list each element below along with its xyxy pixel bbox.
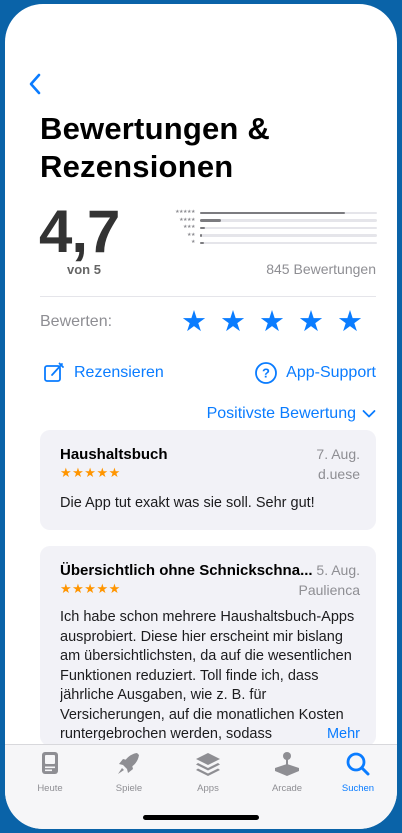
tab-games[interactable]: Spiele xyxy=(94,751,164,794)
histogram-bar-fill xyxy=(200,219,222,222)
histogram-stars: ★ xyxy=(191,239,195,246)
histogram-stars: ★★ xyxy=(187,231,195,238)
sort-label: Positivste Bewertung xyxy=(206,405,356,422)
histogram-row-5: ★★★★★ xyxy=(155,209,377,217)
rate-star-3[interactable]: ★ xyxy=(259,307,285,337)
tab-apps[interactable]: Apps xyxy=(173,751,243,794)
review-card[interactable]: Übersichtlich ohne Schnickschna... 5. Au… xyxy=(40,546,376,746)
tap-to-rate-stars: ★ ★ ★ ★ ★ xyxy=(181,307,363,337)
page-title: Bewertungen & Rezensionen xyxy=(40,111,270,184)
divider xyxy=(40,296,376,297)
histogram-bar xyxy=(200,219,377,222)
average-rating: 4,7 xyxy=(39,198,120,265)
rate-star-1[interactable]: ★ xyxy=(181,307,207,337)
sort-menu[interactable]: Positivste Bewertung xyxy=(207,405,376,423)
app-screen: Bewertungen & Rezensionen 4,7 von 5 ★★★★… xyxy=(5,4,397,829)
histogram-row-3: ★★★ xyxy=(155,224,377,232)
review-body: Ich habe schon mehrere Haushaltsbuch-App… xyxy=(60,609,355,740)
apps-stack-icon xyxy=(196,753,220,776)
review-author: d.uese xyxy=(317,466,360,482)
tab-label: Heute xyxy=(37,783,63,794)
write-review-label: Rezensieren xyxy=(74,364,164,381)
histogram-bar xyxy=(200,226,377,229)
home-indicator xyxy=(143,815,259,820)
rocket-icon xyxy=(118,753,139,774)
tab-label: Spiele xyxy=(115,783,143,794)
compose-icon xyxy=(44,362,64,382)
tab-today[interactable]: Heute xyxy=(15,751,85,794)
histogram-bar-fill xyxy=(200,211,346,214)
chevron-down-icon xyxy=(362,410,376,418)
today-icon xyxy=(42,752,58,774)
app-support-button[interactable]: ? App-Support xyxy=(254,361,376,385)
app-support-label: App-Support xyxy=(286,364,376,381)
tab-search[interactable]: Suchen xyxy=(323,751,393,794)
histogram-stars: ★★★ xyxy=(183,224,195,231)
review-title: Haushaltsbuch xyxy=(60,446,168,463)
review-card[interactable]: Haushaltsbuch 7. Aug. ★★★★★ d.uese Die A… xyxy=(40,430,376,530)
more-link[interactable]: Mehr xyxy=(300,726,360,742)
histogram-row-2: ★★ xyxy=(155,232,377,240)
histogram-row-1: ★ xyxy=(155,239,377,247)
tab-label: Arcade xyxy=(271,783,303,794)
histogram-bar xyxy=(200,234,377,237)
review-author: Paulienca xyxy=(298,582,361,598)
back-button[interactable] xyxy=(27,70,45,98)
question-circle-icon: ? xyxy=(255,362,278,384)
rate-star-5[interactable]: ★ xyxy=(337,307,363,337)
review-date: 7. Aug. xyxy=(316,446,360,462)
rate-label: Bewerten: xyxy=(40,313,113,330)
tab-label: Suchen xyxy=(341,783,375,794)
tab-label: Apps xyxy=(197,783,219,794)
joystick-icon xyxy=(275,752,299,776)
histogram-stars: ★★★★ xyxy=(179,216,195,223)
rate-star-4[interactable]: ★ xyxy=(298,307,324,337)
svg-text:?: ? xyxy=(262,366,270,381)
review-date: 5. Aug. xyxy=(316,562,360,578)
chevron-left-icon xyxy=(29,73,41,95)
tab-arcade[interactable]: Arcade xyxy=(252,751,322,794)
rate-star-2[interactable]: ★ xyxy=(220,307,246,337)
search-icon xyxy=(346,752,370,776)
rating-histogram: ★★★★★ ★★★★ ★★★ ★★ ★ xyxy=(155,209,377,247)
write-review-button[interactable]: Rezensieren xyxy=(42,361,164,385)
ratings-count: 845 Bewertungen xyxy=(266,261,376,277)
review-stars: ★★★★★ xyxy=(60,465,121,480)
review-body: Die App tut exakt was sie soll. Sehr gut… xyxy=(60,495,315,511)
review-stars: ★★★★★ xyxy=(60,581,121,596)
rating-scale: von 5 xyxy=(67,262,101,277)
histogram-stars: ★★★★★ xyxy=(175,209,195,216)
histogram-row-4: ★★★★ xyxy=(155,217,377,225)
histogram-bar-fill xyxy=(200,234,202,237)
histogram-bar-fill xyxy=(200,226,206,229)
histogram-bar xyxy=(200,241,377,244)
histogram-bar-fill xyxy=(200,241,204,244)
review-title: Übersichtlich ohne Schnickschna... xyxy=(60,562,313,579)
histogram-bar xyxy=(200,211,377,214)
